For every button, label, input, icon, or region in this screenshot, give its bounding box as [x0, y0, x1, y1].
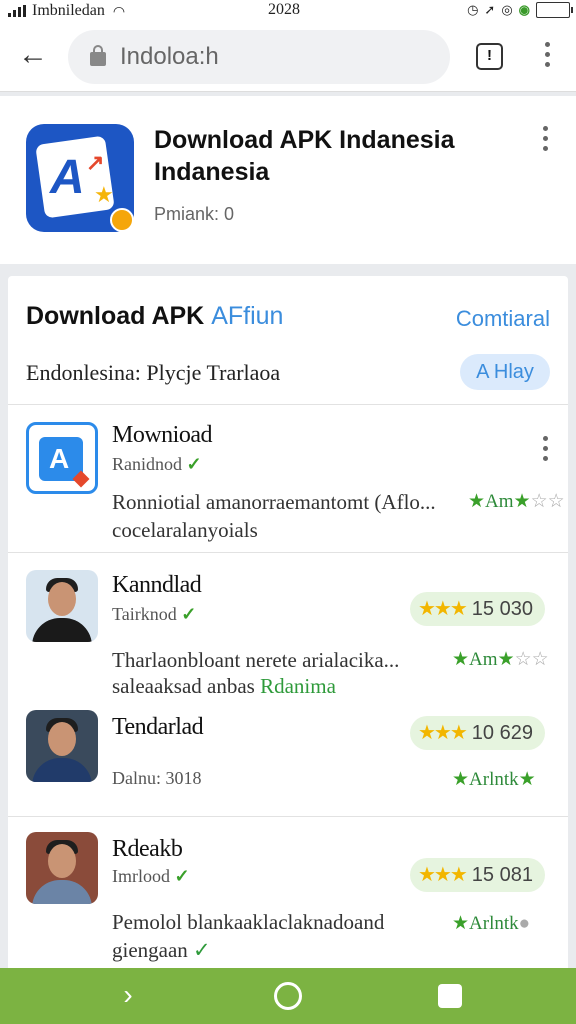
browser-menu-icon[interactable] — [545, 42, 551, 72]
app-logo-icon: A ↗ ★ — [26, 124, 134, 232]
carrier-name: Imbniledan — [32, 2, 105, 19]
avatar[interactable] — [26, 832, 98, 904]
description-link[interactable]: Rdanima — [260, 674, 336, 698]
list-item-developer: Tairknod ✓ — [112, 604, 197, 624]
app-subtitle: Pmiank: 0 — [154, 204, 235, 224]
verified-icon: ✓ — [174, 866, 190, 886]
list-item-developer: Dalnu: 3018 — [112, 768, 202, 788]
notification-icon: ◉ — [518, 2, 530, 17]
signal-icon — [8, 5, 26, 17]
avatar[interactable] — [26, 570, 98, 642]
rating-badge: ★★★ 15 030 — [410, 592, 545, 626]
list-item-title[interactable]: Rdeakb — [112, 836, 183, 863]
address-bar[interactable]: Indoloa:h — [68, 30, 450, 84]
list-item-developer: Imrlood ✓ — [112, 866, 190, 886]
list-item-description-2: cocelaralanyoials — [112, 518, 258, 542]
back-arrow-icon[interactable]: ← — [18, 40, 48, 72]
wifi-icon: ◠ — [112, 2, 126, 19]
mini-rating: ★Am★☆☆ — [452, 649, 549, 670]
browser-toolbar: ← Indoloa:h ! — [0, 22, 576, 92]
section-title-text: Download APK — [26, 302, 205, 330]
status-bar: Imbniledan ◠ 2028 ◷ ➚ ◎ ◉ — [0, 0, 576, 22]
clock: 2028 — [268, 1, 300, 18]
tabs-button[interactable]: ! — [476, 43, 503, 70]
app-icon[interactable]: A — [26, 422, 98, 494]
divider — [8, 816, 568, 817]
list-item-title[interactable]: Kanndlad — [112, 572, 202, 599]
list-item-description-2: giengaan ✓ — [112, 938, 211, 962]
see-all-link[interactable]: Comtiaral — [456, 306, 550, 332]
nav-home-icon[interactable] — [274, 982, 302, 1010]
battery-icon — [536, 2, 573, 18]
row-menu-icon[interactable] — [543, 436, 549, 466]
sync-icon: ◎ — [501, 2, 513, 17]
divider — [8, 404, 568, 405]
app-list-card: Download APK AFfiun Comtiaral Endonlesin… — [8, 276, 568, 976]
mini-rating: ★Arlntk★ — [452, 769, 536, 790]
app-title: Download APK Indanesia Indanesia — [154, 126, 455, 186]
verified-icon: ✓ — [181, 604, 197, 624]
alarm-icon: ◷ — [467, 2, 479, 17]
rating-badge: ★★★ 15 081 — [410, 858, 545, 892]
list-item-description-2: saleaaksad anbas Rdanima — [112, 674, 336, 698]
card-menu-icon[interactable] — [543, 126, 549, 156]
system-nav-bar: › — [0, 968, 576, 1024]
filter-chip[interactable]: A Hlay — [460, 354, 550, 390]
avatar[interactable] — [26, 710, 98, 782]
location-icon: ➚ — [484, 2, 496, 17]
list-item-description: Pemolol blankaaklaclaknadoand — [112, 910, 385, 934]
mini-rating: ★Am★☆☆ — [468, 491, 565, 512]
lock-icon — [90, 45, 106, 66]
rating-badge: ★★★ 10 629 — [410, 716, 545, 750]
nav-back-icon[interactable]: › — [114, 981, 142, 1010]
mini-rating: ★Arlntk● — [452, 913, 531, 934]
verified-icon: ✓ — [186, 454, 202, 474]
url-text: Indoloa:h — [120, 43, 219, 70]
list-item-description: Tharlaonbloant nerete arialacika... — [112, 648, 400, 672]
list-item-title[interactable]: Tendarlad — [112, 714, 204, 741]
section-subtitle: Endonlesina: Plycje Trarlaoa — [26, 360, 281, 385]
list-item-description: Ronniotial amanorraemantomt (Aflo... — [112, 490, 436, 514]
list-item-developer: Ranidnod ✓ — [112, 454, 202, 474]
section-title-accent: AFfiun — [211, 302, 284, 330]
nav-recents-icon[interactable] — [438, 984, 462, 1008]
verified-icon: ✓ — [193, 938, 211, 962]
list-item-title[interactable]: Mownioad — [112, 422, 213, 449]
section-title: Download APK AFfiun — [26, 302, 283, 331]
divider — [8, 552, 568, 553]
